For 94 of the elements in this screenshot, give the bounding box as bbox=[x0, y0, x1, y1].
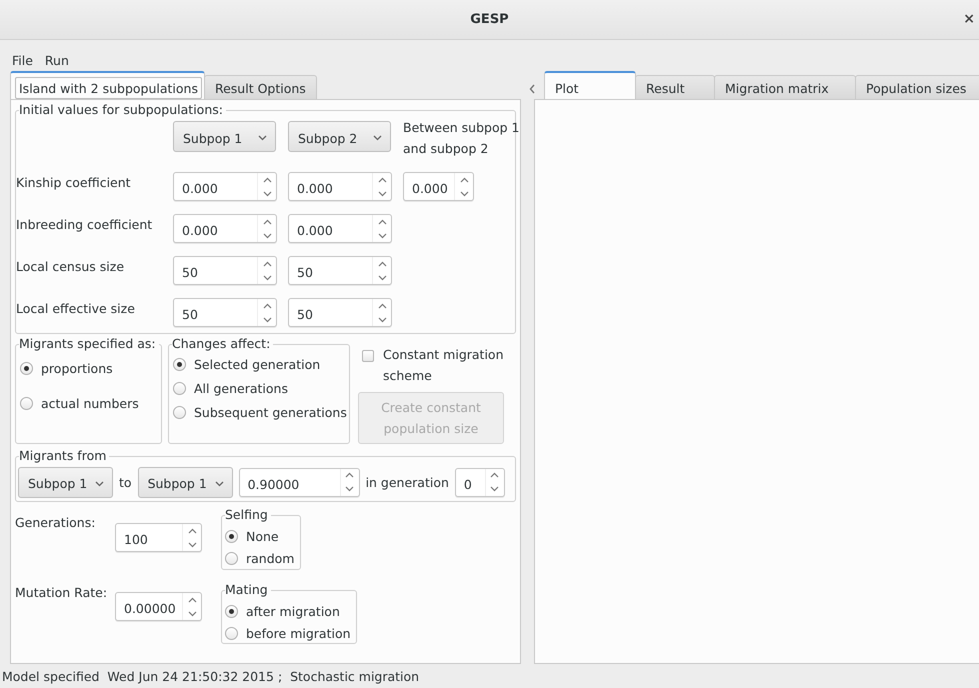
radio-label[interactable]: before migration bbox=[246, 626, 351, 641]
tab[interactable]: Result bbox=[635, 75, 715, 100]
radio-button[interactable] bbox=[225, 530, 238, 543]
spin-box[interactable]: 50 bbox=[288, 256, 392, 285]
field-label: Kinship coefficient bbox=[16, 174, 132, 190]
spin-box[interactable]: 0.000 bbox=[288, 214, 392, 243]
status-text: Model specified Wed Jun 24 21:50:32 2015 ; Stochastic migration bbox=[2, 668, 420, 684]
spin-arrows-icon[interactable] bbox=[262, 260, 272, 282]
chevron-down-icon bbox=[258, 135, 267, 141]
radio-button[interactable] bbox=[173, 358, 186, 371]
spin-field[interactable]: 0.000 bbox=[404, 173, 454, 200]
spin-box[interactable]: 0.000 bbox=[173, 172, 277, 201]
chevron-down-icon bbox=[95, 480, 104, 486]
radio-label[interactable]: Selected generation bbox=[194, 357, 320, 372]
spin-arrows-icon[interactable] bbox=[378, 260, 386, 282]
spin-box[interactable]: 0.00000 bbox=[115, 592, 202, 621]
radio-button[interactable] bbox=[225, 605, 238, 618]
spin-field[interactable]: 0.00000 bbox=[116, 593, 182, 620]
group-label: Migrants from bbox=[19, 448, 110, 463]
spin-box[interactable]: 0.000 bbox=[173, 214, 277, 243]
radio-button[interactable] bbox=[20, 397, 33, 410]
tab[interactable]: Population sizes bbox=[855, 75, 979, 100]
spin-box[interactable]: 0.000 bbox=[403, 172, 474, 201]
group-label: Migrants specified as: bbox=[19, 336, 159, 351]
tab[interactable]: Plot bbox=[544, 71, 636, 100]
window-title: GESP bbox=[470, 12, 509, 27]
radio-label[interactable]: proportions bbox=[41, 361, 113, 376]
spin-arrows-icon[interactable] bbox=[262, 218, 272, 240]
column-label: Between subpop 1 and subpop 2 bbox=[403, 119, 520, 158]
spin-box[interactable]: 50 bbox=[173, 298, 277, 327]
field-label: Generations: bbox=[15, 514, 96, 532]
dropdown[interactable]: Subpop 1 bbox=[138, 466, 233, 498]
checkbox[interactable] bbox=[362, 350, 374, 362]
chevron-down-icon bbox=[214, 480, 224, 486]
dropdown[interactable]: Subpop 1 bbox=[173, 121, 276, 152]
radio-button[interactable] bbox=[225, 627, 238, 640]
spin-field[interactable]: 50 bbox=[289, 257, 372, 284]
field-label: Local effective size bbox=[16, 300, 136, 316]
dropdown[interactable]: Subpop 1 bbox=[18, 466, 113, 498]
spin-box[interactable]: 50 bbox=[173, 256, 277, 285]
spin-box[interactable]: 0 bbox=[454, 468, 505, 496]
menu-item[interactable]: File bbox=[12, 53, 33, 68]
radio-label[interactable]: None bbox=[246, 529, 279, 544]
tab[interactable]: Result Options bbox=[204, 75, 317, 100]
spin-arrows-icon[interactable] bbox=[378, 176, 386, 198]
radio-label[interactable]: random bbox=[246, 551, 294, 566]
spin-arrows-icon[interactable] bbox=[490, 471, 500, 493]
group-label: Selfing bbox=[225, 507, 271, 522]
radio-label[interactable]: Subsequent generations bbox=[194, 405, 347, 420]
dropdown[interactable]: Subpop 2 bbox=[288, 121, 391, 152]
spin-arrows-icon[interactable] bbox=[188, 596, 196, 618]
group-label: Changes affect: bbox=[172, 336, 274, 351]
spin-arrows-icon[interactable] bbox=[262, 302, 272, 324]
group-label: Initial values for subpopulations: bbox=[19, 102, 226, 117]
spin-field[interactable]: 50 bbox=[174, 257, 257, 284]
close-icon[interactable]: × bbox=[963, 11, 975, 27]
spin-field[interactable]: 0.000 bbox=[289, 215, 372, 242]
spin-field[interactable]: 0.90000 bbox=[240, 468, 340, 496]
spin-field[interactable]: 0 bbox=[456, 468, 485, 496]
radio-label[interactable]: actual numbers bbox=[41, 396, 139, 411]
spin-arrows-icon[interactable] bbox=[378, 302, 386, 324]
to-label: to bbox=[119, 474, 132, 490]
spin-field[interactable]: 0.000 bbox=[174, 215, 257, 242]
chevron-down-icon bbox=[373, 135, 382, 141]
spin-arrows-icon[interactable] bbox=[378, 218, 386, 240]
menu-item[interactable]: Run bbox=[44, 53, 69, 68]
chevron-left-icon[interactable] bbox=[529, 84, 536, 94]
radio-label[interactable]: after migration bbox=[246, 604, 340, 619]
radio-button[interactable] bbox=[173, 406, 186, 419]
spin-box[interactable]: 0.000 bbox=[288, 172, 392, 201]
generation-label: in generation bbox=[366, 474, 449, 490]
spin-field[interactable]: 0.000 bbox=[289, 173, 372, 200]
field-label: Inbreeding coefficient bbox=[16, 216, 154, 232]
spin-arrows-icon[interactable] bbox=[262, 176, 272, 198]
tab[interactable]: Island with 2 subpopulations bbox=[10, 71, 205, 100]
tab[interactable]: Migration matrix bbox=[714, 75, 856, 100]
spin-box[interactable]: 0.90000 bbox=[238, 468, 360, 496]
field-label: Mutation Rate: bbox=[15, 584, 108, 602]
spin-field[interactable]: 50 bbox=[174, 299, 257, 326]
spin-field[interactable]: 100 bbox=[116, 524, 182, 551]
spin-arrows-icon[interactable] bbox=[188, 526, 196, 548]
checkbox-label[interactable]: Constant migration scheme bbox=[383, 344, 513, 386]
radio-button[interactable] bbox=[20, 362, 33, 375]
radio-label[interactable]: All generations bbox=[194, 381, 288, 396]
radio-button[interactable] bbox=[173, 382, 186, 395]
spin-box[interactable]: 50 bbox=[288, 298, 392, 327]
spin-box[interactable]: 100 bbox=[115, 523, 202, 552]
spin-arrows-icon[interactable] bbox=[345, 471, 354, 493]
group-label: Mating bbox=[225, 582, 271, 597]
field-label: Local census size bbox=[16, 258, 126, 274]
spin-field[interactable]: 0.000 bbox=[174, 173, 257, 200]
spin-field[interactable]: 50 bbox=[289, 299, 372, 326]
radio-button[interactable] bbox=[225, 552, 238, 565]
spin-arrows-icon[interactable] bbox=[460, 176, 468, 198]
